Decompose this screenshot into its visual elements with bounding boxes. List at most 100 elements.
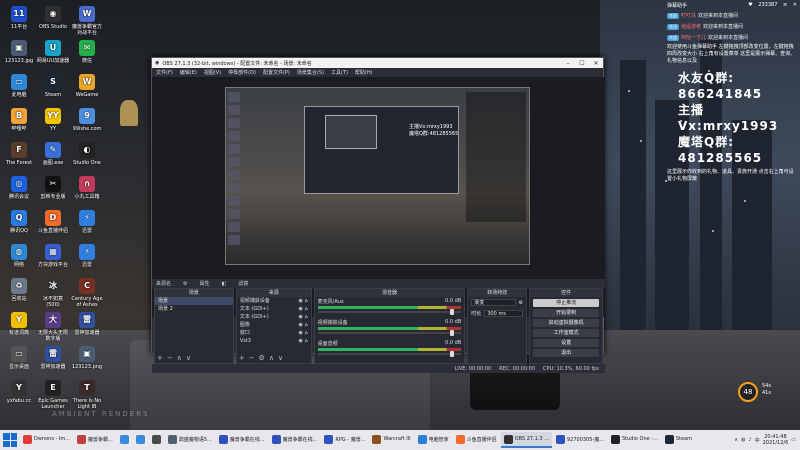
source-item[interactable]: 文本 (GDI+) ◉ ⌂ [237,313,311,321]
desktop-icon[interactable]: ✎ 画图.exe [36,142,70,166]
visibility-lock-icon[interactable]: ◉ ⌂ [299,337,308,345]
taskbar-item[interactable]: Steam [662,432,695,448]
gear-icon[interactable]: ⚙ [519,300,523,306]
obs-window[interactable]: ◉ OBS 27.1.3 (32-bit, windows) - 配置文件: 未… [151,57,605,373]
desktop-icon[interactable]: 雷雷神加速器 [36,346,70,370]
slider-knob[interactable] [449,330,454,336]
properties-button[interactable]: 属性 [200,280,210,287]
taskbar-item[interactable]: Studio One -... [608,432,661,448]
desktop-icon[interactable]: 11 11平台 [2,6,36,30]
desktop-icon[interactable]: E Epic Games Launcher [36,380,70,410]
desktop-icon[interactable]: S Steam [36,74,70,98]
source-item[interactable]: 窗口 ◉ ⌂ [237,329,311,337]
chat-nick[interactable]: 叮叮马 [681,12,696,19]
visibility-lock-icon[interactable]: ◉ ⌂ [299,321,308,329]
menu-item[interactable]: 视图(V) [204,69,221,76]
close-icon[interactable]: ✕ [793,2,797,8]
filter-icon[interactable]: ◧ [222,281,227,287]
desktop-icon[interactable]: ♻ 回收站 [2,278,36,302]
chat-nick[interactable]: 阿哒一下儿 [681,34,706,41]
desktop-icon[interactable]: YY YY [36,108,70,132]
desktop-icon[interactable]: B 哔哩哔 [2,108,36,132]
scene-item[interactable]: 场景 [155,297,233,305]
scene-toolbar[interactable]: +−∧∨ [157,354,195,362]
visibility-lock-icon[interactable]: ◉ ⌂ [299,329,308,337]
taskbar-item[interactable]: OBS 27.1.3 ... [500,432,552,448]
desktop-icon[interactable]: ◐ Studio One [70,142,104,166]
source-item[interactable]: 视频捕获设备 ◉ ⌂ [237,297,311,305]
desktop-icon[interactable]: ◍ 网络 [2,244,36,268]
desktop-icon[interactable]: W 魔兽争霸官方对战平台 [70,6,104,36]
desktop-icon[interactable]: C Century Age of Ashes [70,278,104,308]
taskbar-item[interactable]: 魔兽争霸在线... [216,432,268,448]
taskbar-item[interactable] [117,432,132,448]
desktop-icon[interactable]: U 网易UU加速器 [36,40,70,64]
notification-icon[interactable]: ▭ [791,437,796,443]
taskbar-item[interactable]: 魔兽争霸在线... [269,432,321,448]
menu-item[interactable]: 场景集合(S) [297,69,324,76]
volume-icon[interactable]: ♪ [748,437,751,443]
menu-item[interactable]: 停靠部件(D) [228,69,256,76]
desktop-icon[interactable]: D 斗鱼直播伴侣 [36,210,70,234]
taskbar-clock[interactable]: 20:41:48 2021/12/6 [763,434,789,446]
scene-item[interactable]: 场景 2 [155,305,233,313]
obs-preview-area[interactable]: 主播Vx:mrxy1993 魔塔Q群:481285565 来源名 ⚙ 属性 ◧ … [152,77,605,373]
obs-preview-canvas[interactable]: 主播Vx:mrxy1993 魔塔Q群:481285565 [225,87,530,265]
minimize-icon[interactable]: – [561,60,575,67]
control-button[interactable]: 工作室模式 [533,329,599,337]
control-button[interactable]: 启动虚拟摄像机 [533,319,599,327]
settings-icon[interactable]: ≡ [783,2,787,8]
menu-item[interactable]: 文件(F) [156,69,173,76]
desktop-icon[interactable]: ▭ 此电脑 [2,74,36,98]
desktop-icon[interactable]: 冰冰不如意 (500) [36,278,70,308]
desktop-icon[interactable]: 大无限大头无限数字版 [36,312,70,342]
visibility-lock-icon[interactable]: ◉ ⌂ [299,297,308,305]
desktop-icon[interactable]: T There Is No Light IB [70,380,104,410]
desktop-icon[interactable]: ∩ 小丸工具箱 [70,176,104,200]
control-button[interactable]: 设置 [533,339,599,347]
taskbar-item[interactable]: 魔兽争霸... [74,432,116,448]
desktop-icon[interactable]: Y 有道词典 [2,312,36,336]
desktop-icon[interactable]: ◎ 腾讯会议 [2,176,36,200]
desktop-icon[interactable]: ▣ 123123.png [70,346,104,370]
source-toolbar[interactable]: +−⚙∧∨ [239,354,287,362]
taskbar-item[interactable]: 电脑管家 [415,432,452,448]
network-icon[interactable]: ◍ [741,437,745,443]
desktop-icon[interactable]: ✉ 微信 [70,40,104,64]
taskbar-item[interactable]: Warcraft III [369,432,413,448]
desktop-icon[interactable]: ⚡ 迅雷 [70,244,104,268]
desktop-icon[interactable]: ▭ 显示桌面 [2,346,36,370]
control-button[interactable]: 停止推流 [533,299,599,307]
desktop-icon[interactable]: Q 腾讯QQ [2,210,36,234]
control-button[interactable]: 退出 [533,349,599,357]
close-icon[interactable]: ✕ [589,60,603,67]
visibility-lock-icon[interactable]: ◉ ⌂ [299,313,308,321]
desktop-icon[interactable]: ✂ 剪映专业版 [36,176,70,200]
desktop-icon[interactable]: ▦ 方块游戏平台 [36,244,70,268]
obs-titlebar[interactable]: ◉ OBS 27.1.3 (32-bit, windows) - 配置文件: 未… [152,58,603,68]
source-item[interactable]: 图像 ◉ ⌂ [237,321,311,329]
taskbar-item[interactable] [133,432,148,448]
taskbar-item[interactable]: RPG - 魔兽... [321,432,368,448]
taskbar-item[interactable]: 92700305-魔... [553,432,607,448]
menu-item[interactable]: 配置文件(P) [263,69,290,76]
windows-start-icon[interactable] [3,433,17,447]
visibility-lock-icon[interactable]: ◉ ⌂ [299,305,308,313]
source-item[interactable]: Vst3 ◉ ⌂ [237,337,311,345]
taskbar-item[interactable]: Dwnons - Im... [20,432,73,448]
taskbar-item[interactable] [149,432,164,448]
maximize-icon[interactable]: ☐ [575,60,589,67]
menu-item[interactable]: 编辑(E) [180,69,197,76]
danmaku-overlay[interactable]: 弹幕助手 ♥ 233387 ≡ ✕ 欢迎 叮叮马 欢迎来到本直播间 欢迎 逍遥游者 欢迎来… [664,0,800,240]
volume-slider[interactable] [317,309,462,315]
menu-item[interactable]: 帮助(H) [355,69,373,76]
slider-knob[interactable] [449,309,454,315]
duration-input[interactable]: 300 ms [484,310,524,317]
taskbar-item[interactable]: 鼎盛魔物语5... [165,432,215,448]
chevron-up-icon[interactable]: ∧ [734,437,738,443]
desktop-icon[interactable]: ▣ 123123.jpg [2,40,36,64]
gear-icon[interactable]: ⚙ [183,281,187,287]
performance-gauge[interactable]: 48 [738,382,758,402]
volume-slider[interactable] [317,351,462,357]
desktop-icon[interactable]: F The Forest [2,142,36,166]
